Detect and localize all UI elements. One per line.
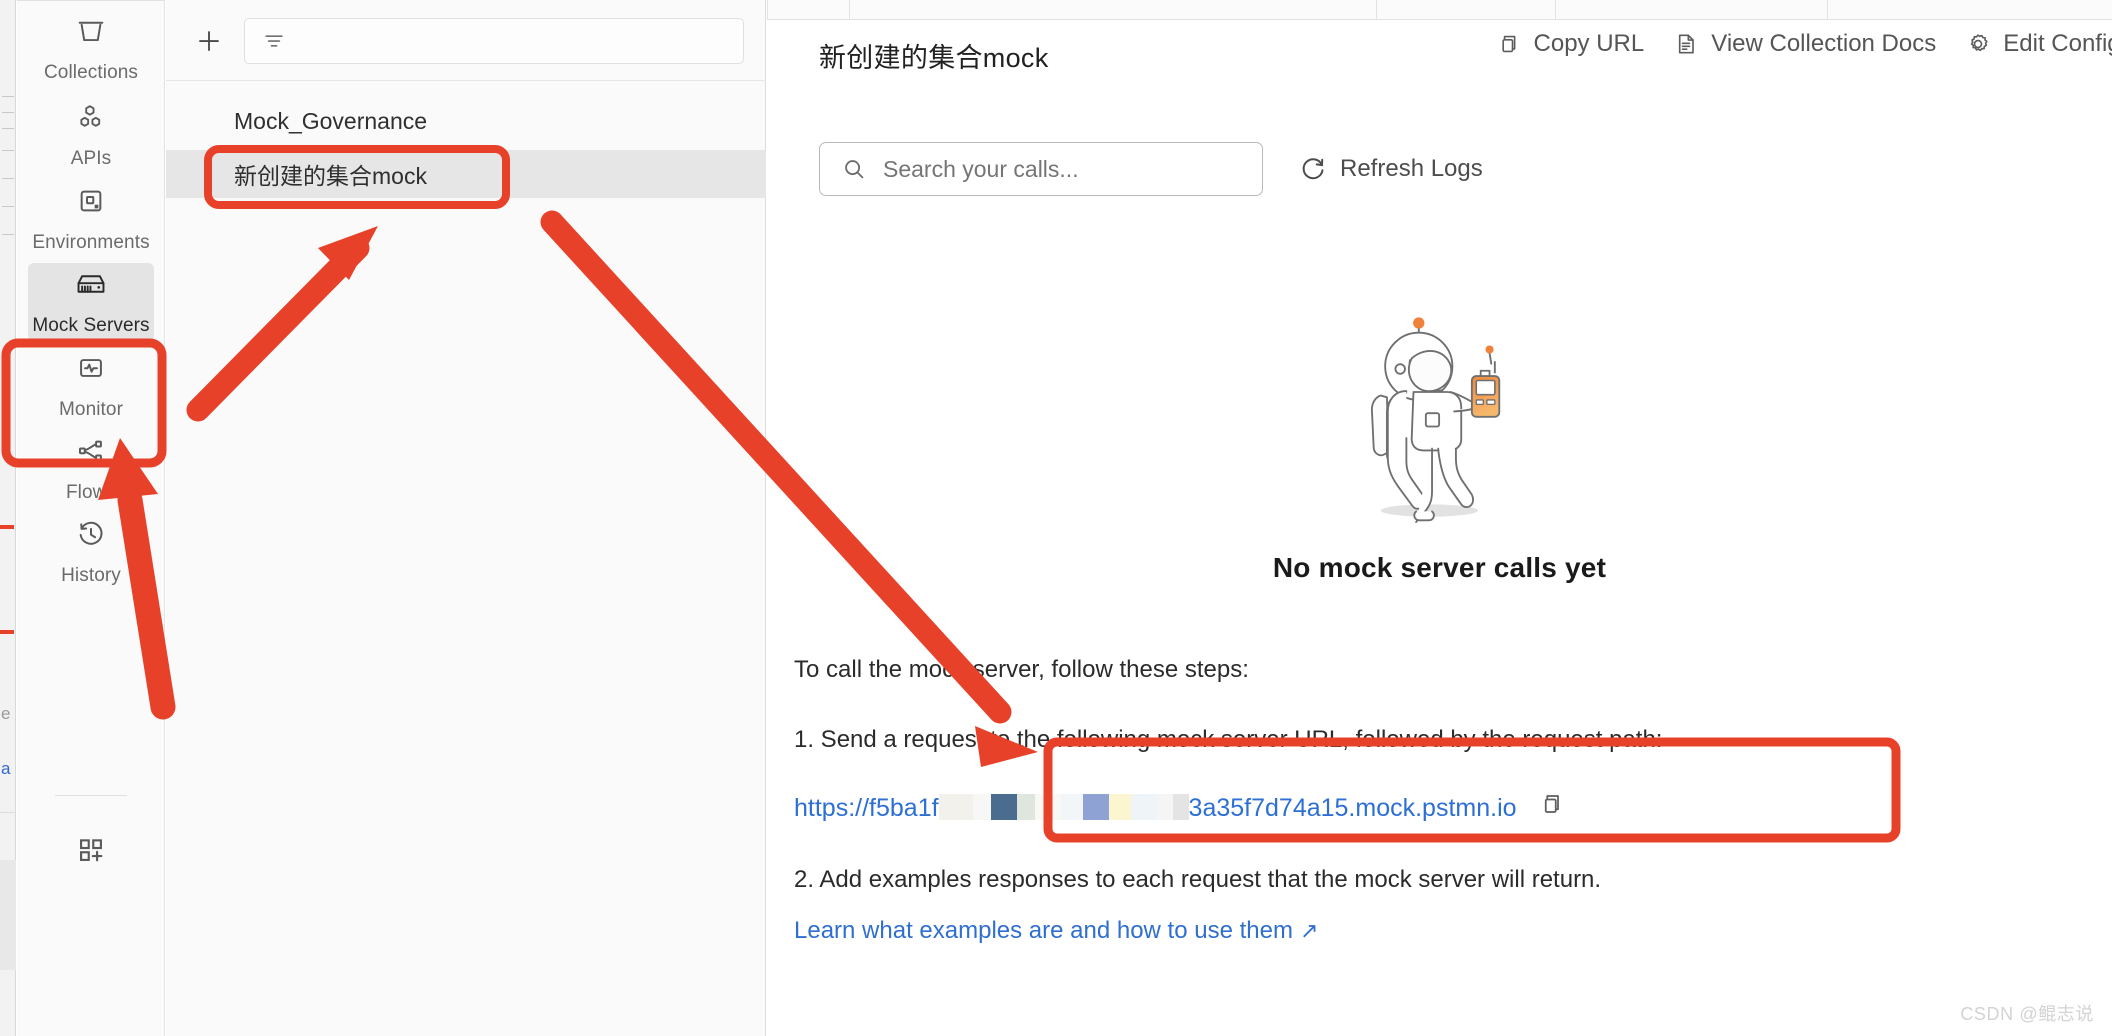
flows-icon <box>74 434 108 473</box>
mock-url-suffix: 3a35f7d74a15.mock.pstmn.io <box>1188 794 1517 822</box>
learn-examples-label: Learn what examples are and how to use t… <box>794 917 1293 944</box>
sidebar-item-label: APIs <box>70 148 112 169</box>
learn-examples-link[interactable]: Learn what examples are and how to use t… <box>794 917 1318 945</box>
list-item[interactable]: 新创建的集合mock <box>166 150 766 198</box>
sidebar-item-label: Collections <box>43 62 139 83</box>
add-apps-icon <box>74 833 108 872</box>
mock-servers-list-panel: Mock_Governance 新创建的集合mock <box>166 0 766 1036</box>
watermark: CSDN @鲲志说 <box>1960 1004 2094 1024</box>
sidebar-item-mock-servers[interactable]: Mock Servers <box>28 263 154 341</box>
add-mock-server-button[interactable] <box>188 20 230 62</box>
copy-icon <box>1501 35 1515 53</box>
instructions-intro: To call the mock server, follow these st… <box>794 656 1249 683</box>
mock-server-name: 新创建的集合mock <box>234 163 427 189</box>
filter-text-input[interactable] <box>287 29 707 53</box>
sidebar-item-environments[interactable]: Environments <box>28 180 154 258</box>
empty-state-title: No mock server calls yet <box>1272 552 1607 583</box>
environments-icon <box>74 184 108 223</box>
plus-icon <box>199 31 219 51</box>
mock-server-url[interactable]: https://f5ba1f 3a35f7d74a15.mock.pstmn.i… <box>794 790 1517 823</box>
list-toolbar <box>166 8 766 74</box>
sidebar-item-label: Flows <box>65 482 117 503</box>
mock-server-name: Mock_Governance <box>234 107 428 134</box>
sidebar-item-collections[interactable]: Collections <box>28 10 154 88</box>
monitor-icon <box>74 351 108 390</box>
sidebar-item-flows[interactable]: Flows <box>28 430 154 508</box>
search-row: Refresh Logs <box>819 142 1483 196</box>
rail-top-border <box>17 0 165 1</box>
sidebar-item-monitor[interactable]: Monitor <box>28 347 154 425</box>
search-text-input[interactable] <box>883 155 1243 183</box>
refresh-icon <box>1302 158 1324 180</box>
instruction-step-1: 1. Send a request to the following mock … <box>794 726 1663 753</box>
search-input[interactable] <box>819 142 1263 196</box>
redacted-url-segment <box>938 794 1189 820</box>
sidebar-item-label: History <box>61 565 121 586</box>
page-title: 新创建的集合mock <box>819 43 1049 73</box>
astronaut-with-radio-illustration <box>1370 317 1500 523</box>
sidebar-item-label: Monitor <box>58 399 124 420</box>
refresh-logs-button[interactable]: Refresh Logs <box>1298 154 1483 184</box>
apis-icon <box>74 100 108 139</box>
edit-configuration-label: Edit Configu <box>2003 30 2112 57</box>
collections-icon <box>74 14 108 53</box>
add-apps-button[interactable] <box>28 820 154 884</box>
copy-url-label: Copy URL <box>1533 30 1645 57</box>
sidebar-item-history[interactable]: History <box>28 513 154 591</box>
document-icon <box>1679 34 1695 54</box>
instruction-step-2: 2. Add examples responses to each reques… <box>794 866 1602 893</box>
mock-url-row: https://f5ba1f 3a35f7d74a15.mock.pstmn.i… <box>794 789 2054 824</box>
filter-icon <box>265 35 283 47</box>
main-content: 新创建的集合mock Copy URL View Collection Docs <box>767 0 2112 1036</box>
instruction-steps: To call the mock server, follow these st… <box>794 655 2054 945</box>
tab-strip <box>767 0 2112 20</box>
gear-icon <box>1971 34 1988 52</box>
history-icon <box>74 517 108 556</box>
sidebar-item-label: Environments <box>32 232 150 253</box>
external-link-arrow-icon: ↗ <box>1299 918 1319 943</box>
refresh-logs-label: Refresh Logs <box>1340 155 1483 182</box>
edit-configuration-button[interactable]: Edit Configu <box>1964 30 2112 58</box>
sidebar-item-label: Mock Servers <box>32 315 150 336</box>
search-icon <box>845 160 864 179</box>
list-item[interactable]: Mock_Governance <box>166 97 766 145</box>
sidebar-item-apis[interactable]: APIs <box>28 96 154 174</box>
mock-servers-icon <box>73 267 109 306</box>
background-window-sliver: 0 e a <box>0 0 16 1036</box>
list-toolbar-divider <box>166 80 766 81</box>
copy-url-button[interactable]: Copy URL <box>1495 30 1645 58</box>
copy-url-inline-button[interactable] <box>1537 789 1567 824</box>
mock-url-prefix: https://f5ba1f <box>794 794 939 822</box>
primary-nav-rail: Collections APIs Environments Mock Serve… <box>17 0 165 1036</box>
rail-divider <box>55 795 127 796</box>
app-root: 0 e a Collections APIs Environments Mock… <box>0 0 2112 1036</box>
empty-state: No mock server calls yet <box>767 300 2112 584</box>
filter-input[interactable] <box>244 18 744 64</box>
copy-icon <box>1544 795 1559 813</box>
header-actions: Copy URL View Collection Docs Edit Confi… <box>1495 30 2112 58</box>
view-collection-docs-button[interactable]: View Collection Docs <box>1672 30 1936 58</box>
view-collection-docs-label: View Collection Docs <box>1711 30 1937 57</box>
